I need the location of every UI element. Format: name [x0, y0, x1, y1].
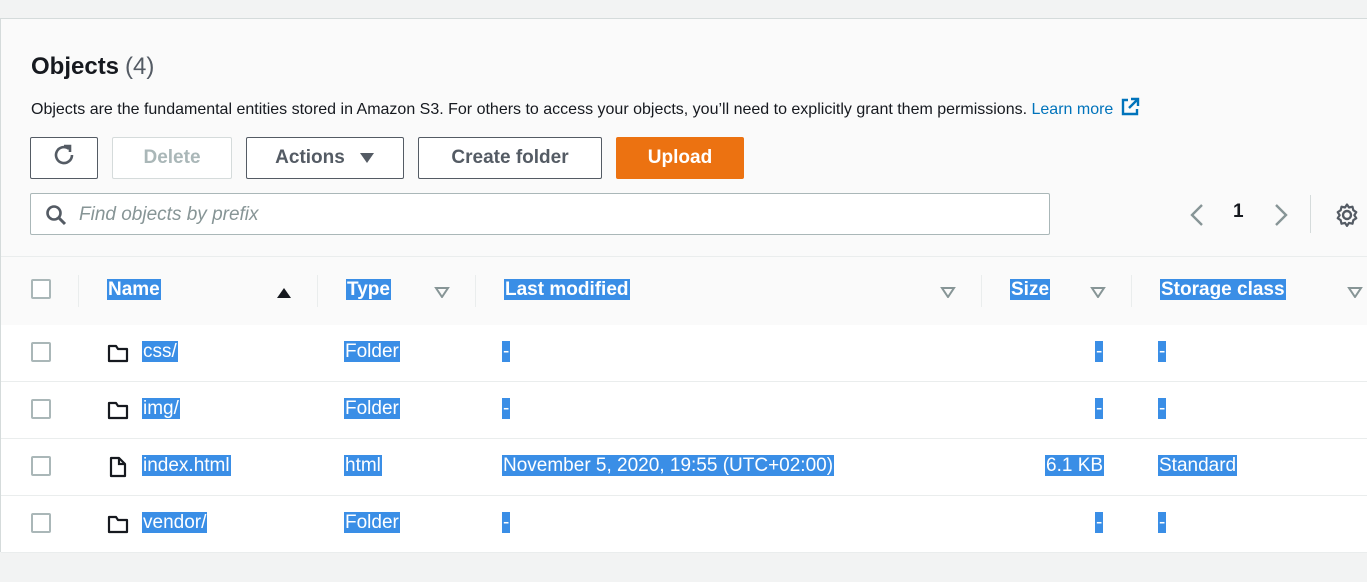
column-divider — [78, 275, 79, 307]
refresh-icon — [51, 142, 77, 174]
sort-ascending-icon[interactable] — [276, 286, 292, 304]
object-name-link[interactable]: css/ — [142, 341, 178, 363]
object-storage-class: Standard — [1158, 455, 1238, 476]
objects-title: Objects — [31, 53, 120, 80]
object-last-modified: - — [502, 512, 511, 533]
folder-icon — [107, 343, 129, 368]
delete-button[interactable]: Delete — [112, 137, 232, 179]
create-folder-button[interactable]: Create folder — [418, 137, 602, 179]
search-input[interactable]: Find objects by prefix — [30, 193, 1050, 235]
folder-icon — [107, 400, 129, 425]
description-text: Objects are the fundamental entities sto… — [31, 101, 1028, 118]
objects-description: Objects are the fundamental entities sto… — [31, 96, 1141, 123]
column-header-type[interactable]: Type — [346, 279, 391, 301]
page-number[interactable]: 1 — [1233, 201, 1244, 223]
chevron-left-icon[interactable] — [1189, 203, 1205, 232]
select-all-checkbox[interactable] — [31, 279, 51, 299]
table-row[interactable]: vendor/ Folder - - - — [1, 496, 1367, 553]
sort-toggle-icon[interactable] — [1090, 285, 1106, 303]
row-checkbox[interactable] — [31, 342, 51, 362]
learn-more-link[interactable]: Learn more — [1032, 101, 1114, 118]
search-icon — [45, 204, 67, 231]
table-row[interactable]: index.html html November 5, 2020, 19:55 … — [1, 439, 1367, 496]
object-storage-class: - — [1158, 398, 1167, 419]
object-last-modified: - — [502, 341, 511, 362]
gear-icon[interactable] — [1334, 202, 1360, 233]
caret-down-icon — [359, 152, 375, 164]
object-storage-class: - — [1158, 341, 1167, 362]
column-divider — [1131, 275, 1132, 307]
external-link-icon — [1119, 96, 1141, 123]
row-checkbox[interactable] — [31, 399, 51, 419]
object-size: - — [1095, 341, 1104, 362]
object-type: Folder — [344, 512, 400, 533]
column-header-size[interactable]: Size — [1010, 279, 1051, 301]
object-type: html — [344, 455, 382, 476]
objects-panel: Objects (4) Objects are the fundamental e… — [0, 18, 1367, 553]
object-type: Folder — [344, 398, 400, 419]
object-name-link[interactable]: vendor/ — [142, 512, 208, 534]
object-size: - — [1095, 512, 1104, 533]
sort-toggle-icon[interactable] — [940, 285, 956, 303]
object-last-modified: November 5, 2020, 19:55 (UTC+02:00) — [502, 455, 835, 476]
row-checkbox[interactable] — [31, 513, 51, 533]
pagination-divider — [1310, 195, 1311, 233]
object-storage-class: - — [1158, 512, 1167, 533]
table-row[interactable]: img/ Folder - - - — [1, 382, 1367, 439]
column-header-last-modified[interactable]: Last modified — [504, 279, 630, 301]
objects-count: (4) — [125, 53, 155, 80]
object-size: - — [1095, 398, 1104, 419]
search-placeholder: Find objects by prefix — [79, 204, 259, 225]
object-last-modified: - — [502, 398, 511, 419]
folder-icon — [107, 514, 129, 539]
table-header: Name Type Last modified Size Storage cla… — [1, 256, 1367, 326]
column-divider — [317, 275, 318, 307]
refresh-button[interactable] — [30, 137, 98, 179]
sort-toggle-icon[interactable] — [434, 285, 450, 303]
upload-button[interactable]: Upload — [616, 137, 744, 179]
column-header-name[interactable]: Name — [107, 279, 161, 301]
sort-toggle-icon[interactable] — [1347, 285, 1363, 303]
row-checkbox[interactable] — [31, 456, 51, 476]
object-size: 6.1 KB — [1045, 455, 1105, 476]
object-type: Folder — [344, 341, 400, 362]
object-name-link[interactable]: img/ — [142, 398, 180, 420]
page-title: Objects (4) — [31, 53, 154, 81]
file-icon — [108, 456, 128, 483]
column-header-storage-class[interactable]: Storage class — [1160, 279, 1286, 301]
column-divider — [981, 275, 982, 307]
actions-button[interactable]: Actions — [246, 137, 404, 179]
actions-label: Actions — [275, 147, 345, 168]
object-name-link[interactable]: index.html — [142, 455, 231, 477]
table-row[interactable]: css/ Folder - - - — [1, 325, 1367, 382]
chevron-right-icon[interactable] — [1273, 203, 1289, 232]
column-divider — [475, 275, 476, 307]
